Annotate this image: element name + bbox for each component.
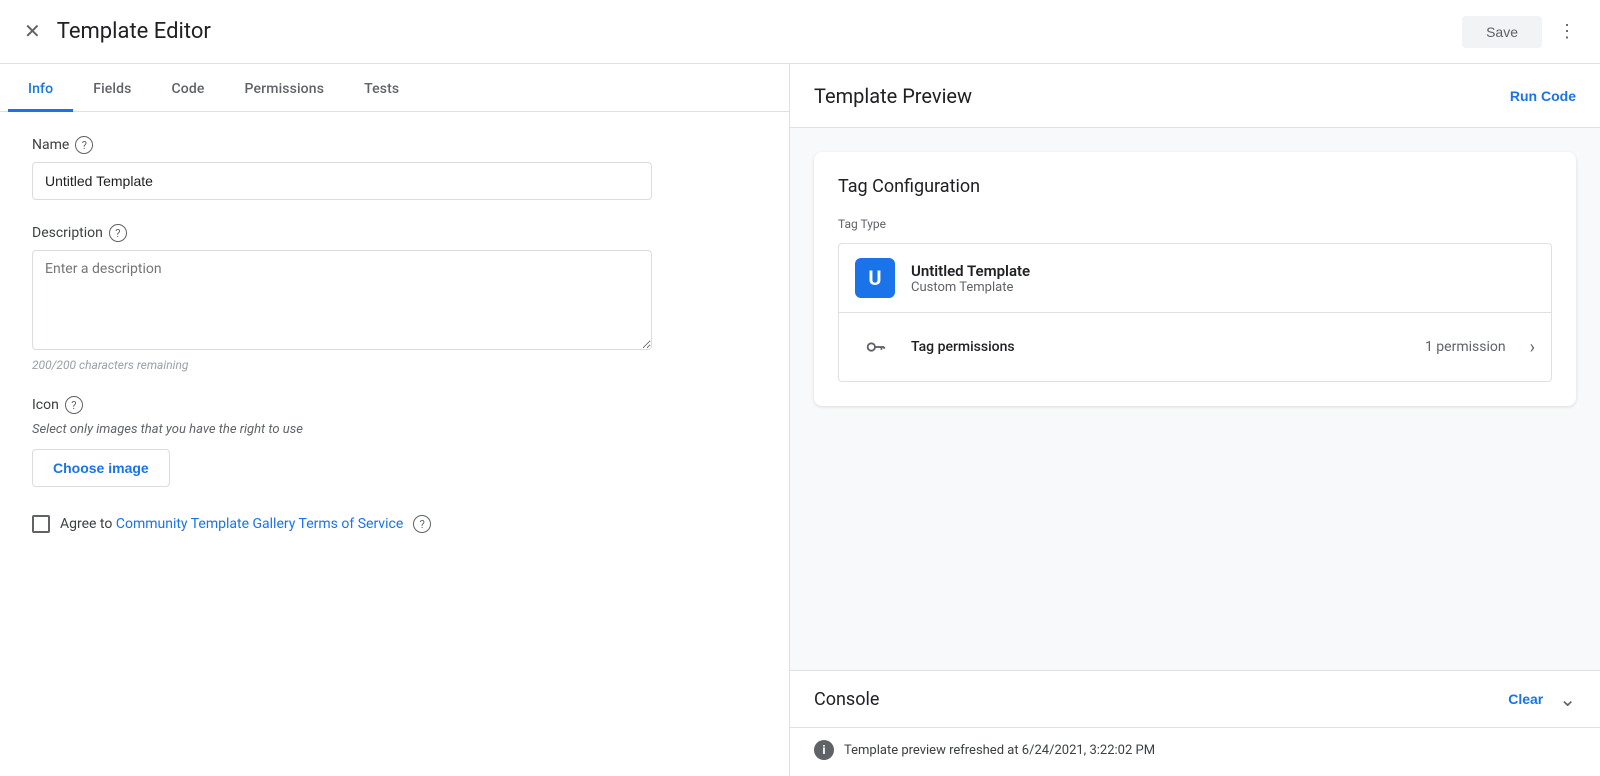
choose-image-button[interactable]: Choose image — [32, 449, 170, 487]
more-options-button[interactable]: ⋮ — [1550, 13, 1584, 50]
main-layout: Info Fields Code Permissions Tests Name … — [0, 64, 1600, 776]
app-header: ✕ Template Editor Save ⋮ — [0, 0, 1600, 64]
save-button[interactable]: Save — [1462, 16, 1542, 48]
tab-code[interactable]: Code — [152, 69, 225, 112]
header-actions: Save ⋮ — [1462, 13, 1584, 50]
tab-fields[interactable]: Fields — [73, 69, 151, 112]
console-section: Console Clear ⌄ i Template preview refre… — [790, 670, 1600, 776]
description-textarea[interactable] — [32, 250, 652, 350]
name-input[interactable] — [32, 162, 652, 200]
tag-type-row: U Untitled Template Custom Template — [838, 243, 1552, 313]
left-panel: Info Fields Code Permissions Tests Name … — [0, 64, 790, 776]
console-log-text: Template preview refreshed at 6/24/2021,… — [844, 743, 1155, 758]
tab-info[interactable]: Info — [8, 69, 73, 112]
tag-type-info: Untitled Template Custom Template — [911, 262, 1030, 295]
tos-label: Agree to Community Template Gallery Term… — [60, 516, 403, 532]
permissions-count: 1 permission — [1425, 339, 1506, 355]
chevron-right-icon: › — [1530, 337, 1535, 358]
tag-type-label: Tag Type — [838, 217, 1552, 231]
close-icon: ✕ — [24, 19, 41, 44]
tag-config-card: Tag Configuration Tag Type U Untitled Te… — [814, 152, 1576, 406]
tos-help-icon[interactable]: ? — [413, 515, 431, 533]
tag-config-title: Tag Configuration — [838, 176, 1552, 197]
preview-area: Tag Configuration Tag Type U Untitled Te… — [790, 128, 1600, 670]
icon-help-icon[interactable]: ? — [65, 396, 83, 414]
console-title: Console — [814, 689, 879, 710]
tab-permissions[interactable]: Permissions — [225, 69, 345, 112]
tos-row: Agree to Community Template Gallery Term… — [32, 515, 757, 533]
preview-header: Template Preview Run Code — [790, 64, 1600, 128]
console-actions: Clear ⌄ — [1508, 687, 1576, 711]
page-title: Template Editor — [57, 19, 211, 44]
tab-bar: Info Fields Code Permissions Tests — [0, 64, 789, 112]
key-icon — [855, 327, 895, 367]
console-log-row: i Template preview refreshed at 6/24/202… — [814, 740, 1576, 760]
preview-title: Template Preview — [814, 84, 972, 108]
console-body: i Template preview refreshed at 6/24/202… — [790, 727, 1600, 776]
permissions-label: Tag permissions — [911, 339, 1409, 355]
run-code-button[interactable]: Run Code — [1510, 80, 1576, 112]
description-help-icon[interactable]: ? — [109, 224, 127, 242]
more-icon: ⋮ — [1558, 21, 1576, 42]
icon-label: Icon ? — [32, 396, 757, 414]
console-header[interactable]: Console Clear ⌄ — [790, 671, 1600, 727]
info-icon: i — [814, 740, 834, 760]
name-help-icon[interactable]: ? — [75, 136, 93, 154]
name-label: Name ? — [32, 136, 757, 154]
tos-link[interactable]: Community Template Gallery Terms of Serv… — [116, 516, 403, 532]
char-count: 200/200 characters remaining — [32, 358, 757, 372]
close-button[interactable]: ✕ — [16, 11, 49, 52]
tos-checkbox[interactable] — [32, 515, 50, 533]
right-panel: Template Preview Run Code Tag Configurat… — [790, 64, 1600, 776]
tab-tests[interactable]: Tests — [344, 69, 419, 112]
tag-type-name: Untitled Template — [911, 262, 1030, 280]
tag-icon: U — [855, 258, 895, 298]
tag-permissions-row[interactable]: Tag permissions 1 permission › — [838, 313, 1552, 382]
description-label: Description ? — [32, 224, 757, 242]
left-content: Name ? Description ? 200/200 characters … — [0, 112, 789, 776]
clear-button[interactable]: Clear — [1508, 691, 1543, 707]
expand-icon[interactable]: ⌄ — [1559, 687, 1576, 711]
tag-type-sub: Custom Template — [911, 280, 1030, 295]
icon-hint: Select only images that you have the rig… — [32, 422, 757, 437]
